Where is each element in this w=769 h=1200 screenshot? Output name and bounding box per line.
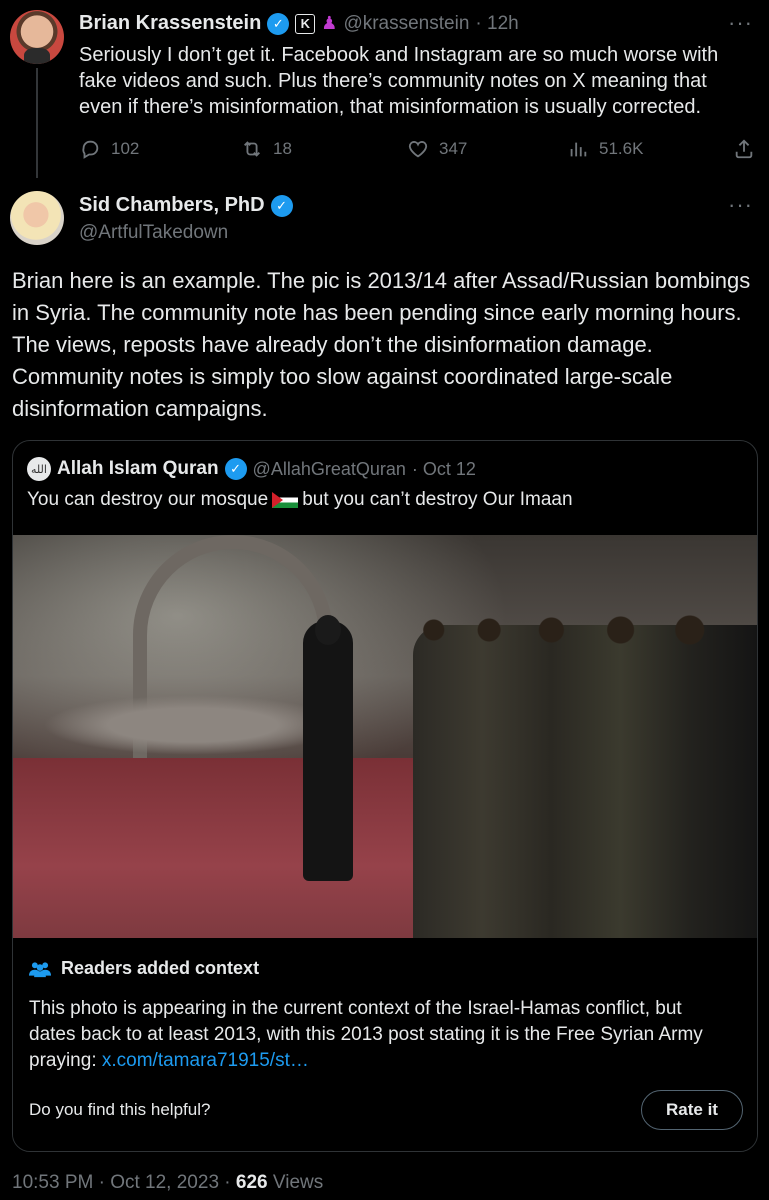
verified-icon: ✓ — [267, 12, 290, 35]
repost-icon — [244, 141, 260, 157]
quoted-tweet[interactable]: الله Allah Islam Quran ✓ @AllahGreatQura… — [12, 440, 758, 1152]
photo-praying-line — [413, 615, 757, 938]
reply-icon — [82, 140, 99, 159]
tweet2-author-name[interactable]: Sid Chambers, PhD — [79, 194, 265, 217]
verified-icon: ✓ — [270, 194, 293, 217]
tweet1-handle[interactable]: @krassenstein — [343, 13, 469, 35]
thread-line — [36, 68, 38, 178]
community-notes-icon — [29, 961, 51, 977]
tweet2-handle[interactable]: @ArtfulTakedown — [79, 222, 228, 244]
tweet2-header: Sid Chambers, PhD ✓ — [79, 194, 293, 217]
palestine-flag-icon — [272, 492, 299, 508]
photo-rubble — [43, 695, 343, 755]
affiliation-badge-icon[interactable]: K — [295, 13, 316, 34]
tweet-views-label: Views — [272, 1172, 324, 1193]
person-badge-icon: ♟ — [321, 13, 338, 33]
share-button[interactable] — [733, 138, 755, 160]
quote-text: You can destroy our mosque but you can’t… — [27, 489, 573, 511]
like-count: 347 — [439, 139, 468, 158]
tweet1-actions: 102 18 347 51.6K — [79, 138, 759, 164]
views-count: 51.6K — [599, 139, 644, 158]
community-note: Readers added context This photo is appe… — [13, 938, 757, 1151]
like-icon — [408, 141, 428, 158]
share-icon — [735, 139, 753, 159]
quote-header: الله Allah Islam Quran ✓ @AllahGreatQura… — [27, 457, 476, 481]
tweet2-more-icon[interactable]: ··· — [728, 192, 753, 218]
tweet1-more-icon[interactable]: ··· — [728, 10, 753, 36]
repost-count: 18 — [273, 139, 292, 158]
quote-handle[interactable]: @AllahGreatQuran — [253, 459, 406, 480]
quote-text-before: You can destroy our mosque — [27, 489, 269, 510]
tweet-footer: 10:53 PM · Oct 12, 2023 · 626 Views — [12, 1172, 323, 1194]
views-button[interactable]: 51.6K — [567, 138, 643, 160]
reply-button[interactable]: 102 — [79, 138, 139, 160]
tweet1-time[interactable]: · 12h — [475, 13, 518, 35]
quote-avatar[interactable]: الله — [27, 457, 51, 481]
like-button[interactable]: 347 — [407, 138, 467, 160]
tweet1-header: Brian Krassenstein ✓ K ♟ @krassenstein ·… — [79, 12, 519, 35]
quote-text-after: but you can’t destroy Our Imaan — [302, 489, 573, 510]
tweet2-text: Brian here is an example. The pic is 201… — [12, 268, 751, 421]
views-icon — [570, 142, 587, 157]
tweet-views-count: 626 — [235, 1172, 268, 1193]
verified-icon: ✓ — [224, 458, 247, 480]
community-note-header: Readers added context — [29, 958, 259, 979]
community-note-text: This photo is appearing in the current c… — [29, 996, 729, 1074]
quote-time[interactable]: · Oct 12 — [412, 459, 476, 480]
community-note-title: Readers added context — [61, 958, 260, 978]
quote-author-name[interactable]: Allah Islam Quran — [57, 458, 219, 480]
brian-avatar[interactable] — [10, 10, 64, 64]
community-note-link[interactable]: x.com/tamara71915/st… — [102, 1050, 309, 1071]
helpful-question: Do you find this helpful? — [29, 1100, 211, 1119]
tweet1-author-name[interactable]: Brian Krassenstein — [79, 12, 261, 35]
tweet1-text: Seriously I don’t get it. Facebook and I… — [79, 44, 719, 118]
mosque-prayer-photo[interactable] — [13, 535, 757, 938]
repost-button[interactable]: 18 — [241, 138, 292, 160]
tweet-timestamp[interactable]: 10:53 PM · Oct 12, 2023 · — [12, 1172, 231, 1193]
rate-it-button[interactable]: Rate it — [641, 1090, 743, 1130]
sid-avatar[interactable] — [10, 191, 64, 245]
reply-count: 102 — [111, 139, 140, 158]
photo-standing-man — [303, 615, 353, 881]
